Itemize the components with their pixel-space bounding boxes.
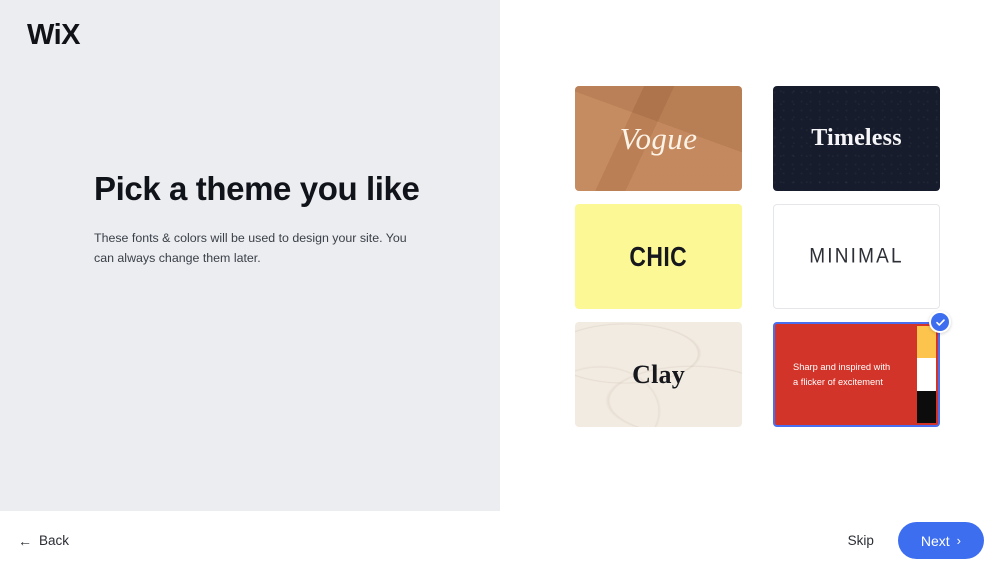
theme-card-vogue[interactable]: Vogue — [575, 86, 742, 191]
theme-card-sharp-selected[interactable]: Sharp and inspired with a flicker of exc… — [773, 311, 951, 427]
theme-label-clay: Clay — [632, 359, 685, 389]
theme-card-chic-surface: CHIC — [575, 204, 742, 309]
back-button[interactable]: ← Back — [14, 527, 73, 554]
next-button-label: Next — [920, 532, 950, 549]
theme-label-sharp-line1: Sharp and inspired with — [793, 362, 891, 373]
theme-label-timeless: Timeless — [811, 125, 902, 151]
page-subtitle: These fonts & colors will be used to des… — [94, 231, 407, 266]
theme-card-minimal-surface: MINIMAL — [773, 204, 940, 309]
page-title: Pick a theme you like — [94, 170, 420, 207]
theme-card-vogue-surface: Vogue — [575, 86, 742, 191]
next-button[interactable]: Next › — [897, 522, 984, 559]
theme-label-sharp: Sharp and inspired with a flicker of exc… — [775, 360, 890, 389]
theme-label-chic: CHIC — [629, 240, 688, 272]
footer-bar: ← Back Skip Next › — [0, 511, 1000, 570]
theme-card-minimal[interactable]: MINIMAL — [773, 204, 940, 309]
skip-button[interactable]: Skip — [846, 527, 876, 554]
theme-grid: Vogue Timeless CHIC MINIMAL Clay Sharp a… — [575, 86, 951, 427]
headline-block: Pick a theme you like These fonts & colo… — [94, 170, 424, 268]
back-button-label: Back — [39, 533, 70, 548]
theme-picker-screen: WiX Pick a theme you like These fonts & … — [0, 0, 1000, 570]
theme-card-clay[interactable]: Clay — [575, 322, 742, 427]
arrow-left-icon: ← — [18, 532, 32, 549]
wix-logo[interactable]: WiX — [27, 21, 81, 50]
left-info-panel: WiX Pick a theme you like These fonts & … — [0, 0, 500, 511]
theme-card-chic[interactable]: CHIC — [575, 204, 742, 309]
theme-card-timeless-surface: Timeless — [773, 86, 940, 191]
theme-card-timeless[interactable]: Timeless — [773, 86, 940, 191]
theme-card-clay-surface: Clay — [575, 322, 742, 427]
theme-label-minimal: MINIMAL — [809, 244, 904, 268]
chevron-right-icon: › — [956, 533, 961, 548]
theme-label-vogue: Vogue — [619, 120, 698, 156]
theme-gallery-panel: Vogue Timeless CHIC MINIMAL Clay Sharp a… — [500, 0, 1000, 511]
theme-label-sharp-line2: a flicker of excitement — [793, 376, 883, 387]
footer-actions: Skip Next › — [846, 522, 984, 559]
swatch-white — [917, 358, 936, 391]
theme-card-sharp-surface: Sharp and inspired with a flicker of exc… — [773, 322, 940, 427]
swatch-black — [917, 390, 936, 423]
selected-check-icon — [929, 311, 951, 333]
color-swatch-strip — [917, 326, 936, 423]
